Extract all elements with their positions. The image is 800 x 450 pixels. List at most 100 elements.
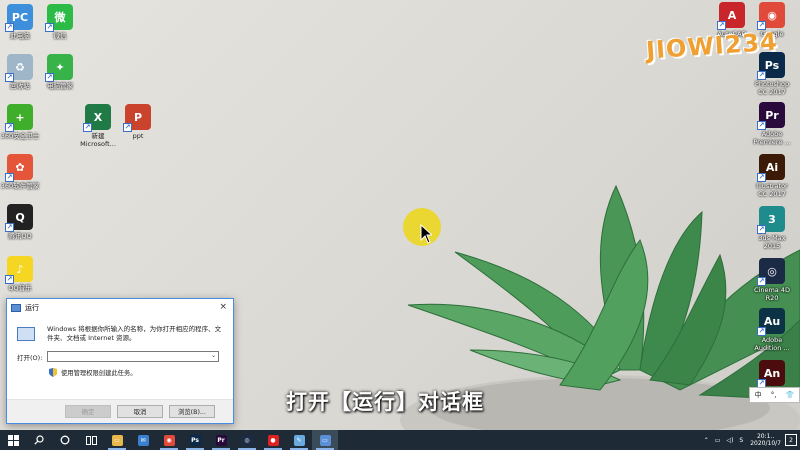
taskbar-app-notepad[interactable]: ✎ [286,430,312,450]
left-app-icon-1: 微 ↗ [45,4,73,32]
task-view-icon [85,435,97,445]
taskbar-app-photoshop[interactable]: Ps [182,430,208,450]
search-icon [34,435,44,445]
network-icon[interactable]: ▭ [715,437,721,444]
run-dialog-titlebar[interactable]: 运行 [7,299,233,317]
cortana-button[interactable] [52,430,78,450]
taskbar-app-mail[interactable]: ✉ [130,430,156,450]
desktop-icon-label: 微信 [53,32,67,40]
right-desktop-icon-7[interactable]: Au ↗ Adobe Audition ... [748,308,796,352]
desktop-icon-label: 3ds Max 2015 [758,234,786,250]
clock-date: 2020/10/7 [750,440,781,447]
left-desktop-icon-5[interactable]: ✿ ↗ 360软件管家 [0,154,44,190]
mouse-cursor-icon [420,224,432,244]
left-app-icon-4: + ↗ [5,104,33,132]
shortcut-arrow-icon: ↗ [5,173,14,182]
file-explorer-icon: ▭ [111,434,123,446]
ime-punct-toggle[interactable]: °, [771,391,777,399]
left-desktop-icon-6[interactable]: Q ↗ 腾讯QQ [0,204,44,240]
ime-skin-icon[interactable]: 👕 [786,391,795,399]
shortcut-arrow-icon: ↗ [5,123,14,132]
taskbar-app-run[interactable]: ▭ [312,430,338,450]
chevron-up-icon[interactable]: ⌃ [704,437,709,444]
left-desktop-icon-3[interactable]: ✦ ↗ 电脑管家 [36,54,84,90]
shortcut-arrow-icon: ↗ [757,327,766,336]
right-app-icon-3: Pr ↗ [757,102,785,130]
admin-note: 使用管理权限创建此任务。 [61,370,137,377]
mid-desktop-icon-1[interactable]: P ↗ ppt [114,104,162,140]
left-app-icon-2: ♻ ↗ [5,54,33,82]
right-app-icon-8: An ↗ [757,360,785,388]
left-desktop-icon-1[interactable]: 微 ↗ 微信 [36,4,84,40]
desktop-icon-label: QQ音乐 [8,284,32,292]
shortcut-arrow-icon: ↗ [45,23,54,32]
right-app-icon-6: ◎ ↗ [757,258,785,286]
left-app-icon-3: ✦ ↗ [45,54,73,82]
notepad-icon: ✎ [293,434,305,446]
desktop-icon-label: 腾讯QQ [8,232,32,240]
close-icon[interactable]: × [219,302,227,312]
ime-lang-toggle[interactable]: 中 [755,390,762,400]
desktop-icon-label: 电脑管家 [47,82,73,90]
start-button[interactable] [0,430,26,450]
mid-app-icon-1: P ↗ [123,104,151,132]
ime-toolbar[interactable]: 中 °, 👕 [749,387,800,403]
right-desktop-icon-4[interactable]: Ai ↗ Illustrator CC 2017 [748,154,796,198]
shortcut-arrow-icon: ↗ [757,277,766,286]
run-dialog: 运行 × Windows 将根据你所输入的名称，为你打开相应的程序、文件夹、文档… [6,298,234,424]
desktop-icon-label: Cinema 4D R20 [754,286,790,302]
system-tray: ⌃ ▭ ◁) S 20:1.. 2020/10/7 2 [701,430,800,450]
browse-button[interactable]: 浏览(B)... [169,405,215,418]
video-caption: 打开【运行】对话框 [286,390,484,414]
run-app-icon [11,304,21,312]
shortcut-arrow-icon: ↗ [123,123,132,132]
taskbar-app-cinema4d[interactable]: ◎ [234,430,260,450]
task-view-button[interactable] [78,430,104,450]
mid-app-icon-0: X ↗ [83,104,111,132]
windows-logo-icon [7,434,19,446]
notification-icon[interactable]: 2 [785,434,797,446]
right-app-icon-5: 3 ↗ [757,206,785,234]
ime-tray-s[interactable]: S [739,437,743,444]
shortcut-arrow-icon: ↗ [717,21,726,30]
right-desktop-icon-2[interactable]: Ps ↗ Photoshop CC 2017 [748,52,796,96]
shortcut-arrow-icon: ↗ [5,223,14,232]
clock[interactable]: 20:1.. 2020/10/7 [750,433,781,447]
right-app-icon-1: ◉ ↗ [757,2,785,30]
desktop-icon-label: Adobe Audition ... [754,336,790,352]
shortcut-arrow-icon: ↗ [757,225,766,234]
taskbar-apps: ▭ ✉ ◉ Ps Pr ◎ ● ✎ ▭ [104,430,338,450]
right-app-icon-0: A ↗ [717,2,745,30]
right-app-icon-7: Au ↗ [757,308,785,336]
desktop-icon-label: Photoshop CC 2017 [754,80,790,96]
right-desktop-icon-5[interactable]: 3 ↗ 3ds Max 2015 [748,206,796,250]
right-desktop-icon-8[interactable]: An ↗ [748,360,796,388]
volume-icon[interactable]: ◁) [726,437,733,444]
left-desktop-icon-4[interactable]: + ↗ 360安全卫士 [0,104,44,140]
recorder-icon: ● [267,434,279,446]
left-app-icon-5: ✿ ↗ [5,154,33,182]
shortcut-arrow-icon: ↗ [5,23,14,32]
taskbar-app-recorder[interactable]: ● [260,430,286,450]
clock-time: 20:1.. [756,433,775,440]
chrome-icon: ◉ [163,434,175,446]
open-label: 打开(O): [17,353,43,362]
cinema4d-icon: ◎ [241,434,253,446]
ok-button[interactable]: 确定 [65,405,111,418]
taskbar-app-file-explorer[interactable]: ▭ [104,430,130,450]
desktop-icon-label: Illustrator CC 2017 [756,182,788,198]
chevron-down-icon[interactable]: ⌄ [211,352,216,359]
shortcut-arrow-icon: ↗ [757,173,766,182]
shortcut-arrow-icon: ↗ [757,121,766,130]
cancel-button[interactable]: 取消 [117,405,163,418]
desktop-icon-label: Adobe Premiere ... [753,130,791,146]
shortcut-arrow-icon: ↗ [83,123,92,132]
mail-icon: ✉ [137,434,149,446]
taskbar-app-chrome[interactable]: ◉ [156,430,182,450]
right-desktop-icon-6[interactable]: ◎ ↗ Cinema 4D R20 [748,258,796,302]
right-desktop-icon-3[interactable]: Pr ↗ Adobe Premiere ... [748,102,796,146]
taskbar-app-premiere[interactable]: Pr [208,430,234,450]
search-button[interactable] [26,430,52,450]
left-desktop-icon-7[interactable]: ♪ ↗ QQ音乐 [0,256,44,292]
open-input[interactable]: ⌄ [47,351,219,362]
